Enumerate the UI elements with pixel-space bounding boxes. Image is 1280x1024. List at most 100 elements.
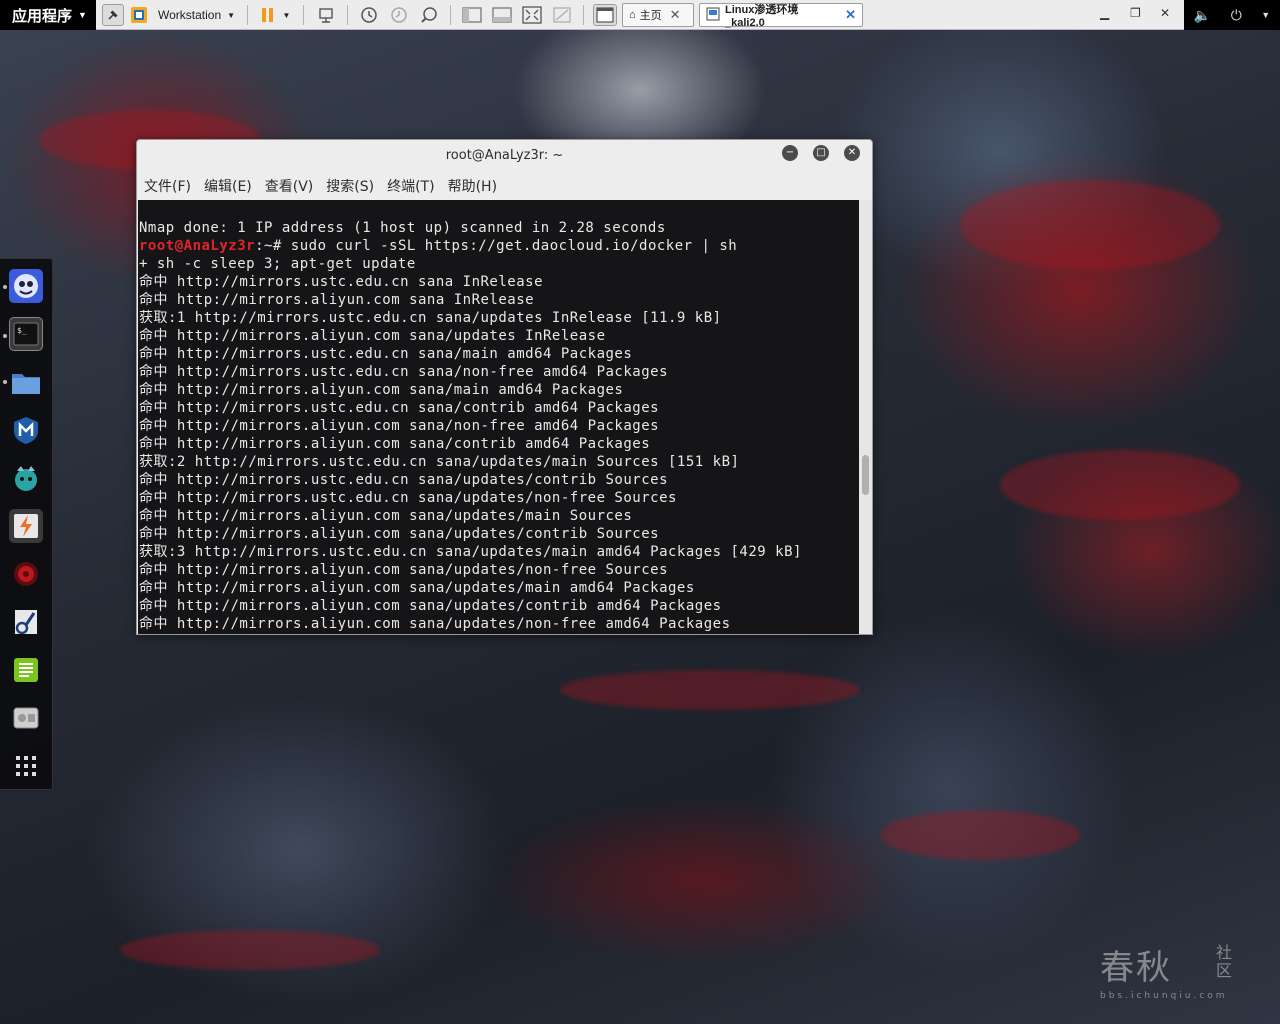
close-tab-icon[interactable]: ✕	[670, 7, 681, 23]
menu-edit[interactable]: 编辑(E)	[197, 175, 258, 199]
applications-menu-label: 应用程序	[12, 7, 73, 25]
minimize-icon[interactable]: ▁	[1100, 6, 1109, 20]
terminal-line: 命中 http://mirrors.ustc.edu.cn sana/updat…	[139, 471, 859, 489]
applications-menu[interactable]: 应用程序 ▼	[0, 0, 96, 30]
terminal-line: 获取:2 http://mirrors.ustc.edu.cn sana/upd…	[139, 453, 859, 471]
fullscreen-icon[interactable]	[520, 4, 544, 26]
terminal-line: 命中 http://mirrors.aliyun.com sana/non-fr…	[139, 417, 859, 435]
terminal-line: 命中 http://mirrors.ustc.edu.cn sana InRel…	[139, 273, 859, 291]
metasploit-icon	[14, 417, 38, 444]
watermark-side-line2: 区	[1216, 961, 1233, 980]
dock-item-leafpad[interactable]	[9, 653, 43, 687]
prompt-user: root@AnaLyz3r	[139, 238, 256, 254]
revert-snapshot-icon[interactable]	[387, 4, 411, 26]
terminal-line-text: 命中 http://mirrors.aliyun.com sana/update…	[139, 328, 606, 344]
sidebar-toggle-icon[interactable]	[460, 4, 484, 26]
volume-icon[interactable]: 🔈	[1194, 7, 1211, 24]
terminal-line: 命中 http://mirrors.aliyun.com sana/contri…	[139, 435, 859, 453]
text-editor-icon	[14, 658, 38, 682]
dock-item-armitage[interactable]	[9, 269, 43, 303]
dock-item-files[interactable]	[9, 365, 43, 399]
maximize-button[interactable]: □	[813, 145, 829, 161]
tab-kali-vm[interactable]: Linux渗透环境_kali2.0 ✕	[699, 3, 863, 29]
tab-home[interactable]: ⌂ 主页 ✕	[622, 3, 694, 27]
armitage-icon	[14, 274, 38, 298]
minimize-button[interactable]: −	[782, 145, 798, 161]
menu-search[interactable]: 搜索(S)	[319, 175, 380, 199]
terminal-line: + sh -c sleep 3; apt-get update	[139, 255, 859, 273]
menu-terminal[interactable]: 终端(T)	[380, 175, 440, 199]
pause-button[interactable]: ▼	[256, 4, 296, 26]
terminal-line: 命中 http://mirrors.aliyun.com sana/update…	[139, 615, 859, 633]
terminal-output[interactable]: Nmap done: 1 IP address (1 host up) scan…	[138, 200, 859, 634]
dock-item-beef[interactable]	[9, 461, 43, 495]
menu-file[interactable]: 文件(F)	[137, 175, 197, 199]
terminal-line-text: Nmap done: 1 IP address (1 host up) scan…	[139, 220, 666, 236]
tab-kali-vm-label: Linux渗透环境_kali2.0	[725, 4, 799, 29]
folder-icon	[12, 374, 40, 394]
terminal-line: Nmap done: 1 IP address (1 host up) scan…	[139, 219, 859, 237]
dock-item-cherrytree[interactable]	[9, 701, 43, 735]
terminal-line: 命中 http://mirrors.ustc.edu.cn sana/main …	[139, 345, 859, 363]
send-ctrl-alt-del-icon[interactable]	[315, 4, 337, 26]
console-view-icon[interactable]	[593, 4, 617, 26]
dock-item-metasploit[interactable]	[9, 413, 43, 447]
minimize-icon: −	[785, 147, 795, 158]
terminal-line-text: 命中 http://mirrors.aliyun.com sana/update…	[139, 598, 722, 614]
dock-item-faraday[interactable]	[9, 557, 43, 591]
show-applications-button[interactable]	[9, 749, 43, 783]
system-tray: 🔈 ⏻ ▼	[1184, 0, 1280, 30]
terminal-line: 命中 http://mirrors.aliyun.com sana/main a…	[139, 381, 859, 399]
chevron-down-icon: ▼	[227, 10, 236, 20]
application-dock: $_	[0, 258, 53, 790]
terminal-window: root@AnaLyz3r: ~ − □ ✕ 文件(F) 编辑(E) 查看(V)…	[136, 139, 873, 635]
terminal-line-text: 获取:1 http://mirrors.ustc.edu.cn sana/upd…	[139, 310, 722, 326]
beef-xss-icon	[15, 466, 37, 491]
workstation-menu[interactable]: Workstation ▼	[130, 4, 242, 26]
vm-icon	[706, 7, 720, 24]
terminal-line-text: 命中 http://mirrors.aliyun.com sana/contri…	[139, 436, 651, 452]
unity-icon[interactable]	[550, 4, 574, 26]
pause-icon	[261, 8, 273, 22]
terminal-line-text: + sh -c sleep 3; apt-get update	[139, 256, 416, 272]
watermark-logo-text: 春秋	[1100, 948, 1172, 988]
terminal-line-text: 命中 http://mirrors.aliyun.com sana/update…	[139, 616, 731, 632]
scrollbar-thumb[interactable]	[862, 455, 869, 495]
close-tab-icon[interactable]: ✕	[845, 7, 856, 23]
terminal-line: 命中 http://mirrors.aliyun.com sana/update…	[139, 597, 859, 615]
chevron-down-icon[interactable]: ▼	[1261, 10, 1270, 20]
snapshot-manager-icon[interactable]	[417, 4, 441, 26]
thumbnail-bar-icon[interactable]	[490, 4, 514, 26]
watermark-side-line1: 社	[1216, 943, 1233, 962]
close-icon[interactable]: ✕	[1160, 6, 1170, 20]
snapshot-icon[interactable]	[357, 4, 381, 26]
terminal-icon: $_	[13, 322, 39, 346]
terminal-line: 命中 http://mirrors.aliyun.com sana InRele…	[139, 291, 859, 309]
chevron-down-icon: ▼	[78, 10, 87, 20]
dock-item-maltego[interactable]	[9, 605, 43, 639]
dock-item-burpsuite[interactable]	[9, 509, 43, 543]
terminal-line: 命中 http://mirrors.ustc.edu.cn sana/updat…	[139, 489, 859, 507]
tab-home-label: 主页	[639, 10, 662, 22]
maltego-icon	[15, 610, 37, 635]
close-button[interactable]: ✕	[844, 145, 860, 161]
vmware-toolbar: 应用程序 ▼ Workstation ▼ ▼ ⌂ 主页 ✕ Linux渗透环境_…	[0, 0, 1280, 30]
close-icon: ✕	[847, 147, 857, 158]
terminal-line-text: 命中 http://mirrors.aliyun.com sana/main a…	[139, 382, 624, 398]
terminal-line-text: 命中 http://mirrors.ustc.edu.cn sana/updat…	[139, 490, 677, 506]
menu-help[interactable]: 帮助(H)	[441, 175, 503, 199]
terminal-line: 获取:1 http://mirrors.ustc.edu.cn sana/upd…	[139, 309, 859, 327]
maximize-icon: □	[816, 147, 826, 158]
power-icon[interactable]: ⏻	[1231, 7, 1242, 24]
pin-icon[interactable]	[102, 4, 124, 26]
faraday-icon	[14, 562, 38, 586]
dock-item-terminal[interactable]: $_	[9, 317, 43, 351]
terminal-line-text: 命中 http://mirrors.aliyun.com sana/update…	[139, 508, 633, 524]
app-grid-icon	[16, 756, 36, 776]
restore-icon[interactable]: ❐	[1130, 6, 1141, 20]
terminal-scrollbar[interactable]	[859, 200, 872, 634]
menu-view[interactable]: 查看(V)	[258, 175, 320, 199]
terminal-menubar: 文件(F) 编辑(E) 查看(V) 搜索(S) 终端(T) 帮助(H)	[137, 175, 503, 199]
terminal-line-text: 命中 http://mirrors.ustc.edu.cn sana/non-f…	[139, 364, 669, 380]
watermark-side-text: 社 区	[1216, 944, 1232, 980]
